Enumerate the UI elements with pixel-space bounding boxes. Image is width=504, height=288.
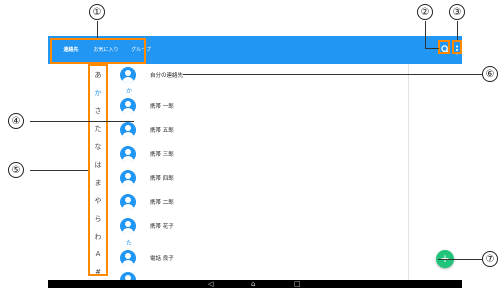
avatar — [120, 170, 136, 186]
avatar — [120, 146, 136, 162]
callout-7: ⑦ — [482, 251, 498, 267]
contact-name: 電話 良子 — [150, 256, 174, 262]
callout-6: ⑥ — [482, 66, 498, 82]
callout-line — [30, 121, 134, 122]
recent-apps-icon[interactable]: □ — [294, 279, 301, 288]
callout-line — [438, 259, 482, 260]
callout-4: ④ — [8, 113, 24, 129]
contact-name: 携帯 一郎 — [150, 104, 174, 110]
section-header-ka: か — [126, 88, 133, 95]
search-highlight — [438, 40, 450, 54]
callout-line — [425, 48, 439, 49]
tabs-highlight — [50, 38, 146, 64]
contact-name: 携帯 三郎 — [150, 152, 174, 158]
callout-line — [30, 170, 88, 171]
divider — [408, 64, 409, 280]
avatar — [120, 194, 136, 210]
callout-5: ⑤ — [8, 162, 24, 178]
callout-1: ① — [89, 4, 105, 20]
menu-highlight — [452, 40, 462, 54]
callout-line — [425, 21, 426, 48]
callout-3: ③ — [449, 4, 465, 20]
avatar — [120, 98, 136, 114]
avatar — [120, 218, 136, 234]
callout-2: ② — [417, 4, 433, 20]
home-icon[interactable]: ⌂ — [251, 279, 255, 288]
back-icon[interactable]: ◁ — [208, 279, 213, 288]
avatar — [120, 122, 136, 138]
contact-name: 携帯 花子 — [150, 224, 174, 230]
callout-line — [457, 21, 458, 40]
callout-line — [97, 21, 98, 38]
contact-name: 携帯 四郎 — [150, 176, 174, 182]
contact-name: 携帯 二郎 — [150, 200, 174, 206]
callout-line — [183, 74, 482, 75]
navigation-bar: ◁ ⌂ □ — [48, 280, 462, 288]
index-highlight — [88, 64, 108, 276]
contact-name: 携帯 五郎 — [150, 128, 174, 134]
section-header-ta: た — [126, 240, 133, 247]
avatar — [120, 250, 136, 266]
avatar — [120, 67, 136, 83]
my-profile-label: 自分の連絡先 — [150, 73, 184, 79]
